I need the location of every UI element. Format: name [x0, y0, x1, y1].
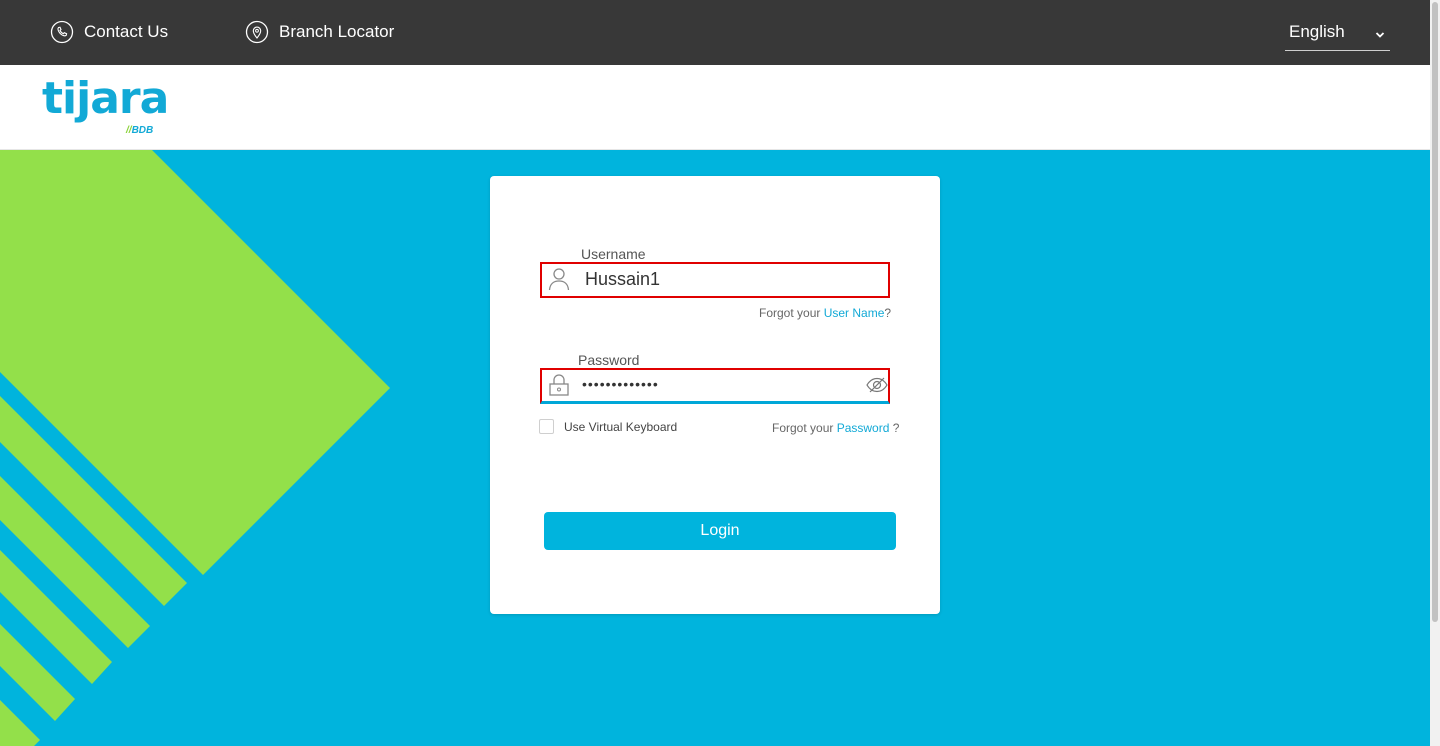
user-icon [548, 267, 570, 291]
scrollbar-thumb[interactable] [1432, 2, 1438, 622]
logo-sub-text: //BDB [126, 125, 154, 136]
virtual-keyboard-option[interactable]: Use Virtual Keyboard [539, 419, 677, 434]
username-value: Hussain1 [585, 269, 661, 289]
phone-icon [50, 20, 74, 44]
forgot-username-text: Forgot your User Name? [759, 306, 892, 320]
login-button[interactable]: Login [544, 512, 896, 550]
password-value: ••••••••••••• [582, 376, 659, 392]
language-value: English [1289, 22, 1345, 41]
contact-us-link[interactable]: Contact Us [50, 20, 168, 44]
virtual-keyboard-checkbox[interactable] [539, 419, 554, 434]
location-pin-icon [245, 20, 269, 44]
username-label: Username [581, 246, 646, 262]
site-header: tijara //BDB [0, 65, 1430, 150]
virtual-keyboard-label: Use Virtual Keyboard [564, 419, 678, 434]
background-stripes-art [0, 150, 390, 746]
login-card: Username Hussain1 Forgot your User Name?… [490, 176, 940, 614]
lock-icon [548, 373, 570, 397]
eye-slash-icon[interactable] [866, 375, 888, 395]
password-label: Password [578, 352, 640, 368]
branch-locator-link[interactable]: Branch Locator [245, 20, 394, 44]
forgot-password-text: Forgot your Password ? [772, 421, 900, 435]
password-field[interactable]: ••••••••••••• [540, 368, 890, 404]
tijara-logo[interactable]: tijara //BDB [42, 73, 169, 139]
language-select[interactable]: English [1285, 18, 1390, 51]
logo-main-text: tijara [42, 73, 169, 124]
username-field[interactable]: Hussain1 [540, 262, 890, 298]
chevron-down-icon [1374, 26, 1386, 38]
contact-us-label: Contact Us [84, 22, 169, 41]
forgot-password-link[interactable]: Password [837, 421, 890, 435]
forgot-username-link[interactable]: User Name [824, 306, 885, 320]
top-bar: Contact Us Branch Locator English [0, 0, 1430, 65]
branch-locator-label: Branch Locator [279, 22, 395, 41]
page-scrollbar[interactable] [1430, 0, 1440, 746]
